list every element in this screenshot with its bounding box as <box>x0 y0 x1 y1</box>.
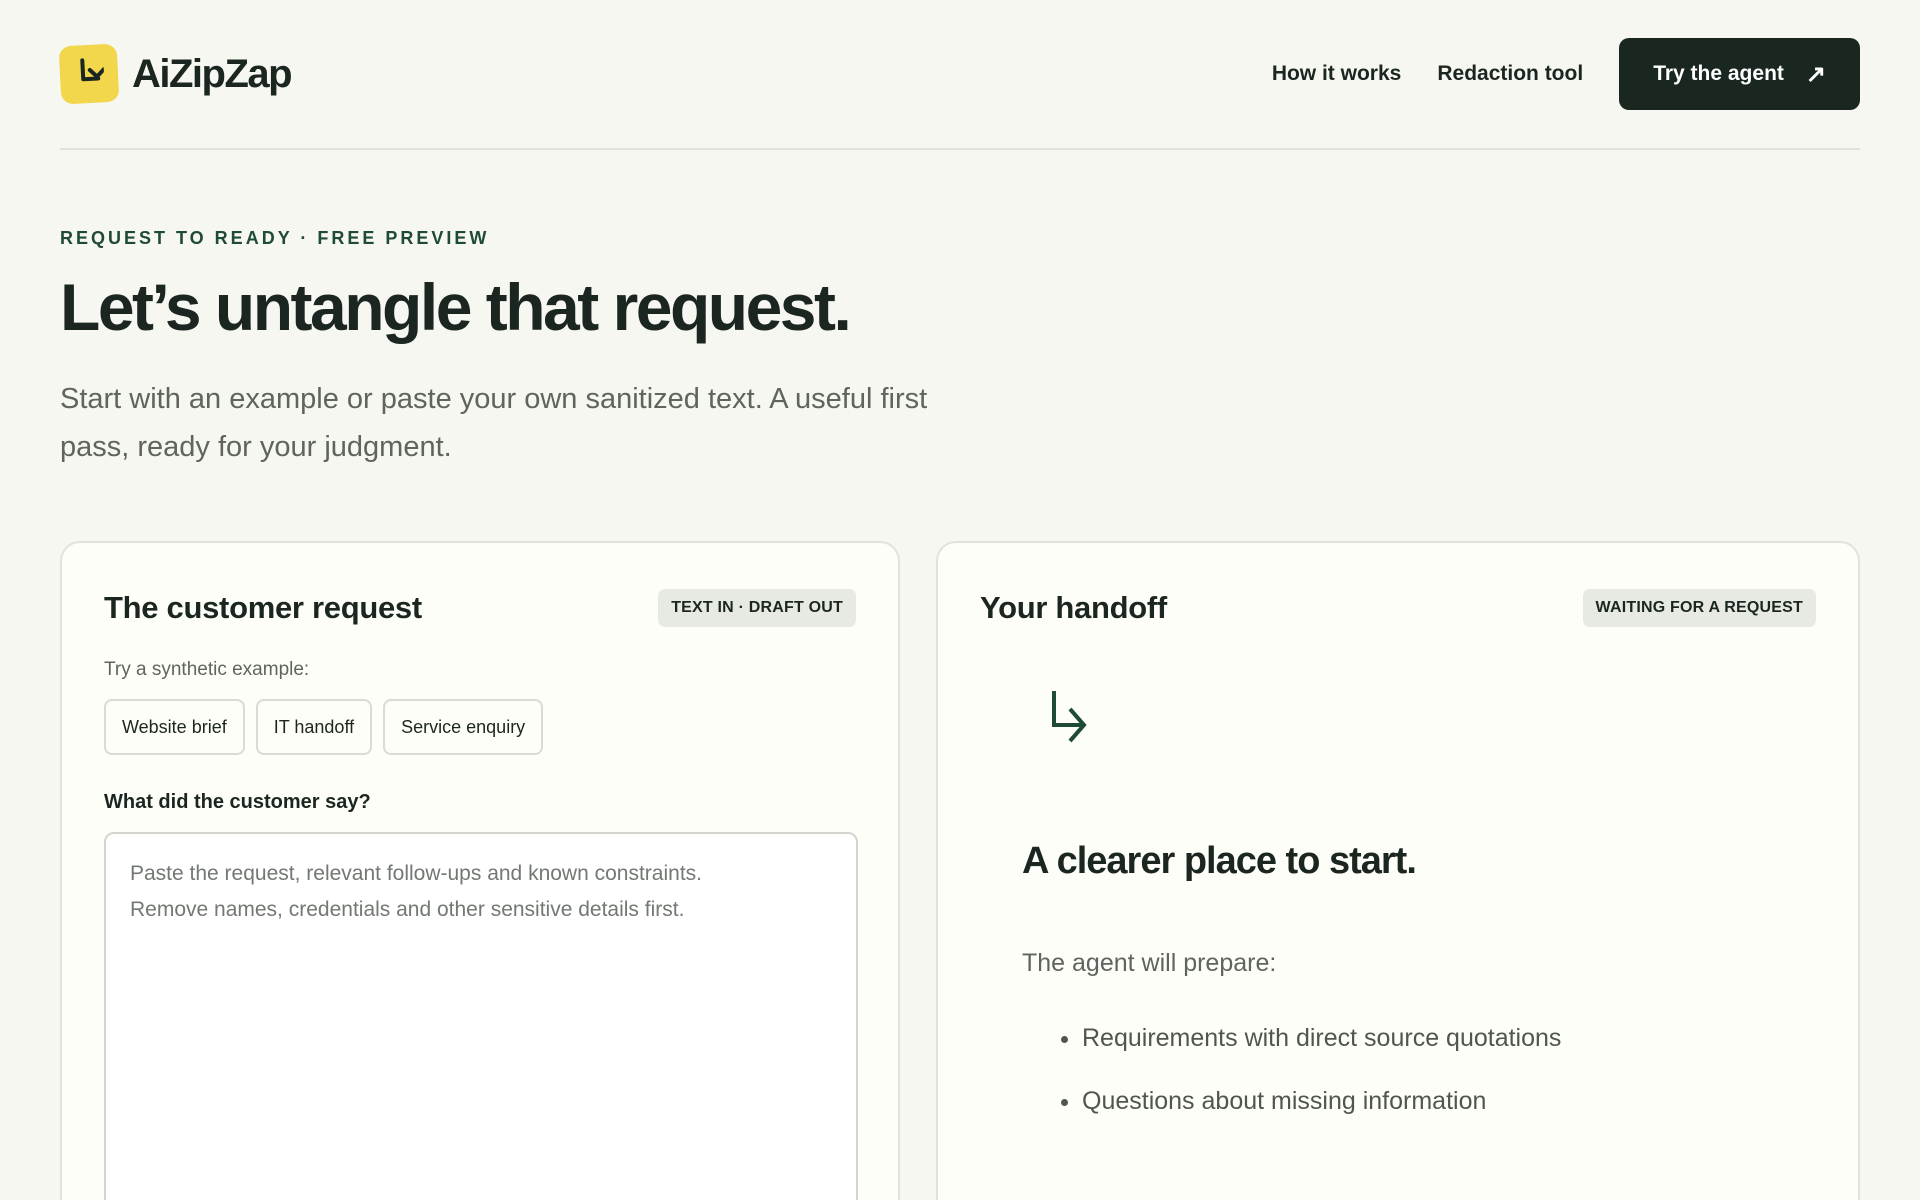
arrow-down-right-icon <box>1052 691 1087 743</box>
brand[interactable]: AiZipZap <box>58 43 293 105</box>
hero-title: Let’s untangle that request. <box>60 270 852 344</box>
customer-request-input[interactable] <box>104 832 858 1200</box>
customer-request-panel: The customer request TEXT IN · DRAFT OUT… <box>60 541 900 1200</box>
try-agent-button[interactable]: Try the agent ↗ <box>1619 38 1860 110</box>
page: AiZipZap How it works Redaction tool Try… <box>0 0 1920 1200</box>
hero-subtitle: Start with an example or paste your own … <box>60 383 928 464</box>
nav-link-redaction-tool[interactable]: Redaction tool <box>1437 62 1583 86</box>
brand-name: AiZipZap <box>132 51 293 96</box>
list-item: Questions about missing information <box>1082 1085 1816 1118</box>
customer-text-label: What did the customer say? <box>104 791 371 813</box>
example-website-brief-button[interactable]: Website brief <box>104 699 245 755</box>
try-agent-label: Try the agent <box>1653 62 1784 85</box>
main-nav: How it works Redaction tool Try the agen… <box>1272 38 1860 110</box>
handoff-panel: Your handoff WAITING FOR A REQUEST A cle… <box>936 541 1860 1200</box>
hero-eyebrow: REQUEST TO READY · FREE PREVIEW <box>60 228 490 248</box>
example-service-enquiry-button[interactable]: Service enquiry <box>383 699 544 755</box>
example-it-handoff-button[interactable]: IT handoff <box>255 699 373 755</box>
arrow-up-right-icon: ↗ <box>1805 60 1826 88</box>
nav-link-how-it-works[interactable]: How it works <box>1272 62 1402 86</box>
request-panel-title: The customer request <box>104 590 422 625</box>
request-panel-header: The customer request TEXT IN · DRAFT OUT <box>104 589 856 627</box>
handoff-empty-state: A clearer place to start. The agent will… <box>980 627 1816 1117</box>
request-panel-badge: TEXT IN · DRAFT OUT <box>658 589 856 627</box>
logo-arrow-icon <box>80 58 105 82</box>
logo <box>58 43 120 105</box>
handoff-panel-title: Your handoff <box>980 590 1167 625</box>
handoff-panel-header: Your handoff WAITING FOR A REQUEST <box>980 589 1816 627</box>
list-item: Requirements with direct source quotatio… <box>1082 1022 1816 1055</box>
hero: REQUEST TO READY · FREE PREVIEW Let’s un… <box>60 228 1860 472</box>
prepare-list: Requirements with direct source quotatio… <box>1022 1022 1816 1117</box>
examples-label: Try a synthetic example: <box>104 659 310 680</box>
examples-group: Website brief IT handoff Service enquiry <box>104 699 856 755</box>
empty-state-title: A clearer place to start. <box>1022 840 1417 882</box>
prepare-label: The agent will prepare: <box>1022 949 1277 977</box>
site-header: AiZipZap How it works Redaction tool Try… <box>58 0 1860 150</box>
handoff-status-badge: WAITING FOR A REQUEST <box>1582 589 1816 627</box>
panels: The customer request TEXT IN · DRAFT OUT… <box>60 541 1860 1200</box>
